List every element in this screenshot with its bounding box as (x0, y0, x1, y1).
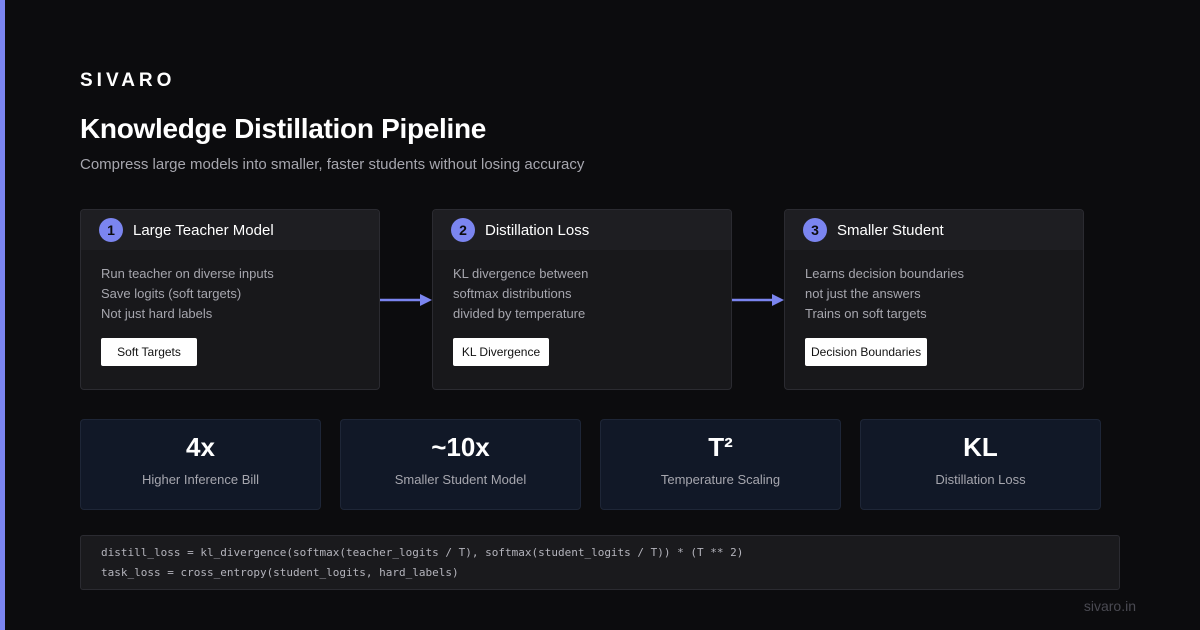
stat-label: Temperature Scaling (660, 472, 781, 487)
page-title: Knowledge Distillation Pipeline (80, 113, 487, 144)
stage-line: Trains on soft targets (805, 306, 927, 321)
brand-logo: SIVARO (80, 70, 176, 91)
stat-value: 4x (186, 432, 215, 462)
stage-line: Run teacher on diverse inputs (101, 266, 274, 281)
stat-label: Distillation Loss (935, 472, 1026, 487)
stat-card: 4x Higher Inference Bill (80, 419, 321, 510)
stage-line: KL divergence between (453, 266, 589, 281)
stage-line: Learns decision boundaries (805, 266, 964, 281)
footer-url: sivaro.in (1083, 598, 1136, 614)
stat-value: ~10x (431, 432, 490, 462)
step-number-badge: 2 (451, 218, 475, 242)
stat-card: T² Temperature Scaling (600, 419, 841, 510)
stage-line: not just the answers (805, 286, 921, 301)
stage-tag: Soft Targets (101, 338, 197, 366)
stage-tag: Decision Boundaries (805, 338, 928, 366)
code-block: distill_loss = kl_divergence(softmax(tea… (80, 535, 1120, 590)
stage-card-loss: 2 Distillation Loss KL divergence betwee… (432, 209, 732, 390)
page-subtitle: Compress large models into smaller, fast… (80, 156, 585, 173)
stat-card: KL Distillation Loss (860, 419, 1101, 510)
stat-label: Smaller Student Model (394, 472, 527, 487)
code-line: distill_loss = kl_divergence(softmax(tea… (101, 546, 744, 559)
stage-line: Save logits (soft targets) (101, 286, 242, 301)
stage-card-student: 3 Smaller Student Learns decision bounda… (784, 209, 1084, 390)
stat-label: Higher Inference Bill (141, 472, 260, 487)
arrow-right-icon (732, 294, 784, 306)
stage-header: 1 Large Teacher Model (81, 210, 379, 250)
stat-value: T² (708, 432, 733, 462)
stage-card-teacher: 1 Large Teacher Model Run teacher on div… (80, 209, 380, 390)
stage-header: 2 Distillation Loss (433, 210, 731, 250)
accent-bar (0, 0, 5, 630)
step-number-badge: 1 (99, 218, 123, 242)
code-line: task_loss = cross_entropy(student_logits… (101, 566, 459, 579)
stage-header: 3 Smaller Student (785, 210, 1083, 250)
stage-line: softmax distributions (453, 286, 572, 301)
stage-line: Not just hard labels (101, 306, 213, 321)
arrow-right-icon (380, 294, 432, 306)
stat-card: ~10x Smaller Student Model (340, 419, 581, 510)
stage-tag: KL Divergence (453, 338, 549, 366)
stage-title: Large Teacher Model (133, 221, 274, 239)
stage-title: Smaller Student (837, 221, 944, 239)
stage-title: Distillation Loss (485, 221, 590, 239)
step-number-badge: 3 (803, 218, 827, 242)
stat-value: KL (963, 432, 998, 462)
stage-line: divided by temperature (453, 306, 586, 321)
